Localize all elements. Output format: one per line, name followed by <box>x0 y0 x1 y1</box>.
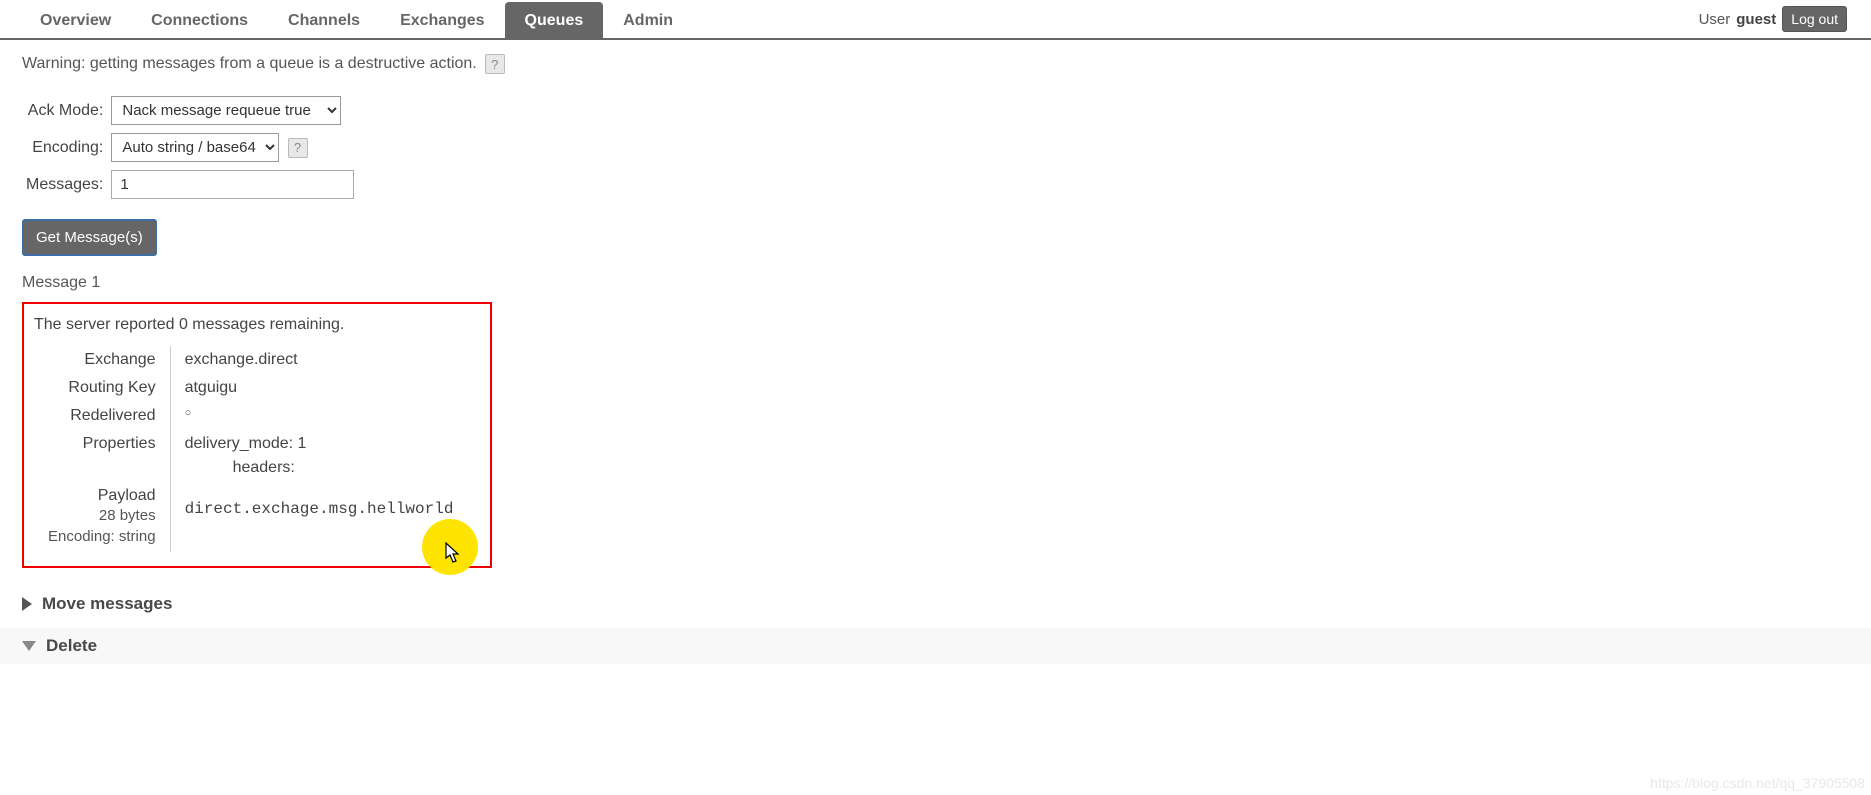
redelivered-label: Redelivered <box>34 402 170 430</box>
tabs-bar: Overview Connections Channels Exchanges … <box>0 0 1871 40</box>
move-messages-section[interactable]: Move messages <box>22 594 1849 614</box>
chevron-down-icon <box>22 641 36 651</box>
tab-admin[interactable]: Admin <box>603 2 693 38</box>
payload-size: 28 bytes <box>48 505 156 526</box>
encoding-help-icon[interactable]: ? <box>288 138 308 158</box>
move-messages-title: Move messages <box>42 594 172 614</box>
watermark: https://blog.csdn.net/qq_37905508 <box>1650 775 1865 791</box>
ack-mode-label: Ack Mode: <box>22 92 107 129</box>
payload-encoding: Encoding: string <box>48 526 156 547</box>
exchange-label: Exchange <box>34 346 170 374</box>
message-result-box: The server reported 0 messages remaining… <box>22 302 492 568</box>
routing-key-label: Routing Key <box>34 374 170 402</box>
get-messages-button[interactable]: Get Message(s) <box>22 219 157 256</box>
get-messages-form: Ack Mode: Nack message requeue true Enco… <box>22 92 358 203</box>
user-area: User guest Log out <box>1699 6 1871 38</box>
properties-value: delivery_mode: 1 headers: <box>170 430 467 482</box>
messages-input[interactable] <box>111 170 354 199</box>
remaining-text: The server reported 0 messages remaining… <box>34 316 476 334</box>
cursor-highlight-icon <box>422 519 478 575</box>
headers-value: headers: <box>185 459 454 477</box>
messages-label: Messages: <box>22 166 107 203</box>
exchange-value: exchange.direct <box>170 346 467 374</box>
tab-exchanges[interactable]: Exchanges <box>380 2 504 38</box>
logout-button[interactable]: Log out <box>1782 6 1847 32</box>
user-name: guest <box>1736 11 1776 28</box>
encoding-label: Encoding: <box>22 129 107 166</box>
payload-label-cell: Payload 28 bytes Encoding: string <box>34 482 170 552</box>
encoding-select[interactable]: Auto string / base64 <box>111 133 279 162</box>
warning-text: Warning: getting messages from a queue i… <box>22 55 477 73</box>
warning-row: Warning: getting messages from a queue i… <box>22 54 1849 74</box>
message-heading: Message 1 <box>22 274 1849 292</box>
routing-key-value: atguigu <box>170 374 467 402</box>
cursor-icon <box>444 542 462 564</box>
delivery-mode-value: delivery_mode: 1 <box>185 435 307 452</box>
tab-queues[interactable]: Queues <box>505 2 604 38</box>
redelivered-value: ○ <box>170 402 467 430</box>
tab-overview[interactable]: Overview <box>20 2 131 38</box>
payload-label: Payload <box>48 487 156 505</box>
tab-connections[interactable]: Connections <box>131 2 268 38</box>
ack-mode-select[interactable]: Nack message requeue true <box>111 96 341 125</box>
chevron-right-icon <box>22 597 32 611</box>
message-details-table: Exchange exchange.direct Routing Key atg… <box>34 346 467 552</box>
user-label: User <box>1699 11 1731 28</box>
delete-section[interactable]: Delete <box>0 628 1871 664</box>
delete-title: Delete <box>46 636 97 656</box>
properties-label: Properties <box>34 430 170 482</box>
tab-channels[interactable]: Channels <box>268 2 380 38</box>
warning-help-icon[interactable]: ? <box>485 54 505 74</box>
content: Warning: getting messages from a queue i… <box>0 40 1871 678</box>
